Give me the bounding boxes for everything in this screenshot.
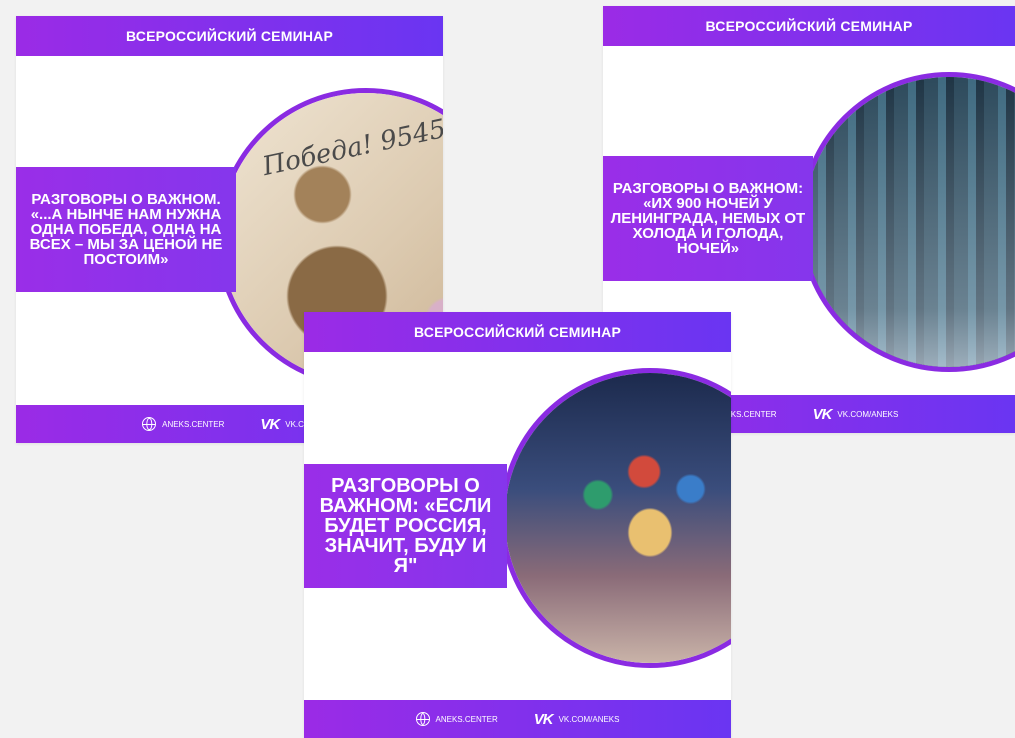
vk-label: VK.COM/ANEKS xyxy=(558,714,620,724)
site-link[interactable]: ANEKS.CENTER xyxy=(415,712,498,726)
vk-link[interactable]: VK VK.COM/ANEKS xyxy=(813,406,899,423)
header-title: ВСЕРОССИЙСКИЙ СЕМИНАР xyxy=(705,18,913,34)
vk-link[interactable]: VK VK.COM/ANEKS xyxy=(534,711,620,728)
topic-band: РАЗГОВОРЫ О ВАЖНОМ: «ИХ 900 НОЧЕЙ У ЛЕНИ… xyxy=(603,156,813,281)
vk-icon: VK xyxy=(533,710,554,728)
card-moscow[interactable]: ВСЕРОССИЙСКИЙ СЕМИНАР РАЗГОВОРЫ О ВАЖНОМ… xyxy=(304,312,731,738)
site-link[interactable]: ANEKS.CENTER xyxy=(142,417,224,431)
vk-label: VK.COM/ANEKS xyxy=(837,409,899,419)
globe-icon xyxy=(415,712,430,726)
card-header: ВСЕРОССИЙСКИЙ СЕМИНАР xyxy=(304,312,731,352)
globe-icon xyxy=(142,417,157,431)
header-title: ВСЕРОССИЙСКИЙ СЕМИНАР xyxy=(413,324,621,340)
leningrad-siege-image xyxy=(799,72,1015,372)
topic-text: РАЗГОВОРЫ О ВАЖНОМ. «...А НЫНЧЕ НАМ НУЖН… xyxy=(29,191,223,268)
card-header: ВСЕРОССИЙСКИЙ СЕМИНАР xyxy=(16,16,443,56)
topic-band: РАЗГОВОРЫ О ВАЖНОМ: «ЕСЛИ БУДЕТ РОССИЯ, … xyxy=(304,464,507,588)
topic-text: РАЗГОВОРЫ О ВАЖНОМ: «ИХ 900 НОЧЕЙ У ЛЕНИ… xyxy=(610,180,806,257)
vk-icon: VK xyxy=(812,405,833,423)
topic-band: РАЗГОВОРЫ О ВАЖНОМ. «...А НЫНЧЕ НАМ НУЖН… xyxy=(16,167,236,292)
site-label: ANEKS.CENTER xyxy=(435,714,498,724)
header-title: ВСЕРОССИЙСКИЙ СЕМИНАР xyxy=(125,28,333,44)
card-footer: ANEKS.CENTER VK VK.COM/ANEKS xyxy=(304,700,731,738)
site-label: ANEKS.CENTER xyxy=(162,419,225,429)
card-header: ВСЕРОССИЙСКИЙ СЕМИНАР xyxy=(603,6,1015,46)
st-basils-cathedral-image xyxy=(500,368,731,668)
topic-text: РАЗГОВОРЫ О ВАЖНОМ: «ЕСЛИ БУДЕТ РОССИЯ, … xyxy=(319,475,492,577)
vk-icon: VK xyxy=(260,415,280,433)
